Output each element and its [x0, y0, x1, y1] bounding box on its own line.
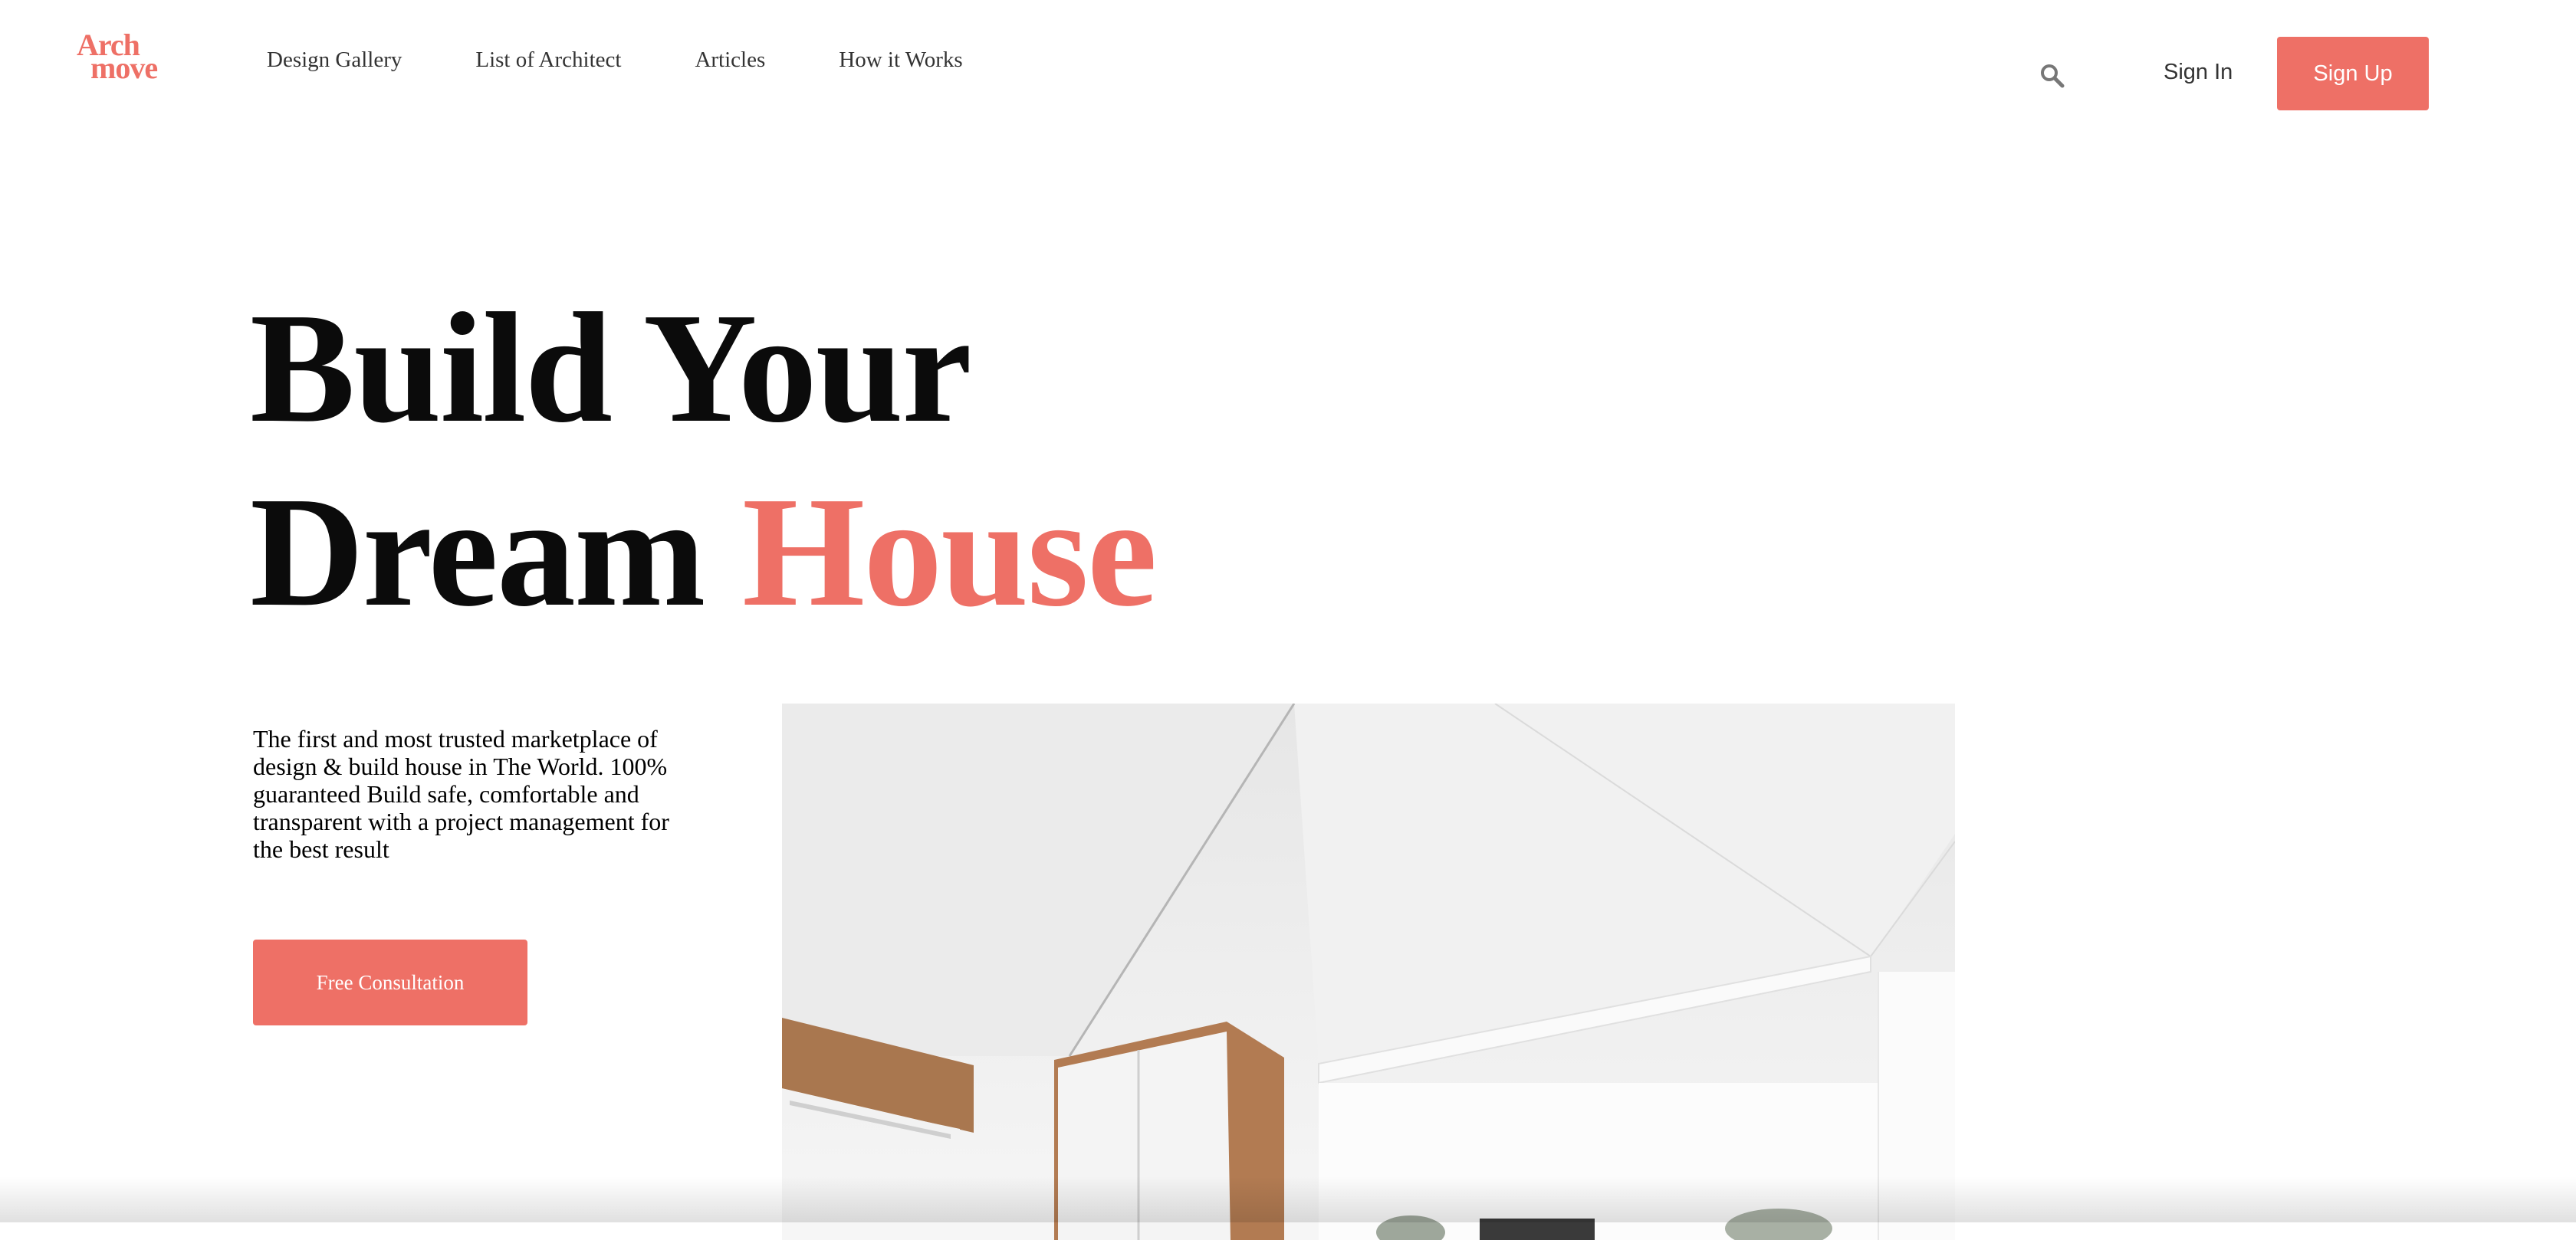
hero-title: Build Your Dream House — [250, 276, 1157, 644]
main-nav: Design Gallery List of Architect Article… — [267, 48, 1037, 73]
hero-description: The first and most trusted marketplace o… — [253, 725, 669, 863]
brand-logo[interactable]: Arch move — [77, 30, 176, 85]
hero-interior-image — [782, 704, 1955, 1240]
sign-up-button[interactable]: Sign Up — [2277, 37, 2429, 110]
free-consultation-button[interactable]: Free Consultation — [253, 940, 527, 1025]
search-icon[interactable] — [2039, 63, 2065, 89]
nav-link-articles[interactable]: Articles — [695, 48, 765, 73]
nav-link-list-of-architect[interactable]: List of Architect — [475, 48, 621, 73]
sign-in-link[interactable]: Sign In — [2164, 60, 2233, 85]
brand-logo-line2: move — [90, 51, 158, 85]
nav-link-design-gallery[interactable]: Design Gallery — [267, 48, 402, 73]
nav-link-how-it-works[interactable]: How it Works — [839, 48, 962, 73]
hero-title-line2: Dream — [250, 464, 706, 639]
hero-title-accent: House — [742, 464, 1157, 639]
hero-title-line1: Build Your — [250, 280, 972, 455]
